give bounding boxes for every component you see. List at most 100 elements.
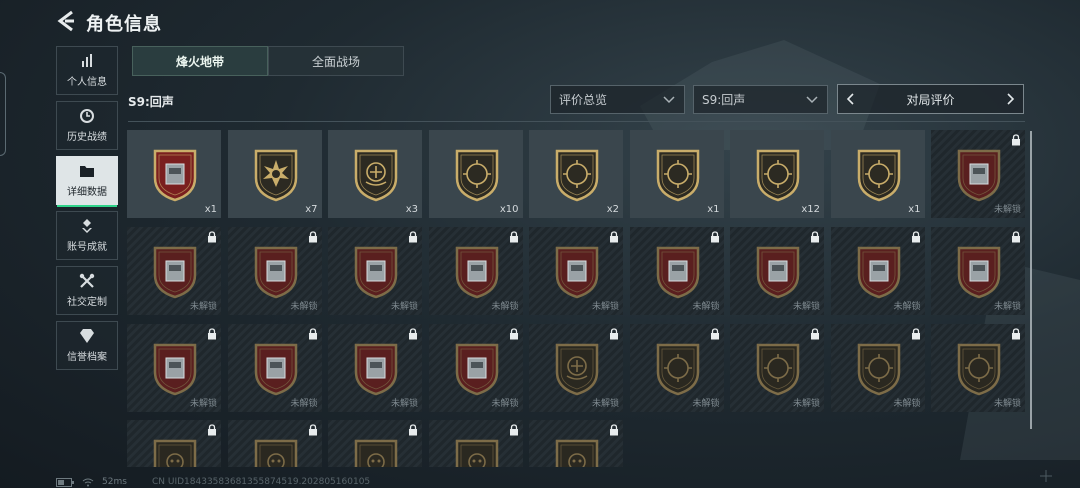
achievement-badge[interactable]: x1 <box>830 130 925 218</box>
achievement-badge[interactable]: 未解锁 <box>127 226 221 315</box>
battery-icon <box>56 477 74 487</box>
achievement-badge[interactable]: 未解锁 <box>328 323 422 412</box>
scrollbar[interactable] <box>1030 131 1032 429</box>
folder-icon <box>80 166 94 177</box>
knife-crosshair-icon <box>857 343 900 395</box>
emblem-icon <box>354 149 398 202</box>
status-bar: 52ms <box>56 477 127 487</box>
globe-icon <box>153 246 197 299</box>
page-title: 角色信息 <box>86 14 162 35</box>
achievement-badge[interactable]: 未解锁 <box>529 226 623 315</box>
locked-label: 未解锁 <box>189 398 217 409</box>
achievement-badge[interactable]: 未解锁 <box>931 226 1025 315</box>
lantern-icon <box>857 246 900 299</box>
lock-icon <box>208 231 216 243</box>
achievement-badge[interactable] <box>328 420 422 468</box>
achievement-badge[interactable]: 未解锁 <box>629 226 724 315</box>
achievement-badge[interactable]: x1 <box>629 130 724 218</box>
smg-crosshair-icon <box>555 149 599 202</box>
locked-label: 未解锁 <box>993 205 1021 215</box>
locked-label: 未解锁 <box>390 301 418 312</box>
lock-icon <box>308 231 317 243</box>
back-arrow-icon[interactable] <box>56 10 76 32</box>
terminal-icon <box>455 246 498 299</box>
achievement-badge[interactable]: x12 <box>730 130 824 218</box>
badge-count: x10 <box>499 204 519 215</box>
badge-count: x12 <box>801 204 820 215</box>
achievement-badge[interactable] <box>227 420 322 468</box>
lock-icon <box>409 424 417 436</box>
lock-icon <box>610 231 618 243</box>
sidebar-item-5[interactable]: 信誉档案 <box>56 321 118 370</box>
achievement-badge[interactable]: 未解锁 <box>629 323 724 412</box>
achievement-badge[interactable]: 未解锁 <box>227 323 322 412</box>
mask-icon <box>455 440 498 468</box>
lock-icon <box>610 327 618 340</box>
drum-icon <box>957 246 1001 299</box>
vending-machine-icon <box>153 149 197 202</box>
tools-icon <box>79 273 95 288</box>
achievement-badge[interactable]: x2 <box>529 130 623 218</box>
achievement-badge[interactable]: 未解锁 <box>529 323 623 412</box>
tank-icon <box>254 246 297 299</box>
achievement-badge[interactable]: x7 <box>227 130 322 218</box>
sidebar-item-2[interactable]: 详细数据 <box>56 156 118 207</box>
achievement-badge[interactable]: 未解锁 <box>931 130 1025 218</box>
divider <box>128 121 1025 122</box>
tab-firezone[interactable]: 烽火地带 <box>132 46 268 76</box>
achievement-badge[interactable]: 未解锁 <box>830 226 925 315</box>
badge-count: x1 <box>707 204 720 215</box>
achievement-badge[interactable]: 未解锁 <box>931 323 1025 412</box>
lock-icon <box>509 231 518 243</box>
season-dropdown[interactable]: S9:回声 <box>693 85 828 114</box>
sidebar-item-1[interactable]: 历史战绩 <box>56 101 118 150</box>
lock-icon <box>610 424 618 436</box>
chevron-left-icon[interactable] <box>844 92 858 106</box>
sidebar-item-3[interactable]: 账号成就 <box>56 211 118 260</box>
crates-icon <box>656 246 699 299</box>
ping-value: 52ms <box>102 477 127 487</box>
chevron-right-icon[interactable] <box>1003 92 1017 106</box>
sidebar-item-4[interactable]: 社交定制 <box>56 266 118 315</box>
achievement-badge[interactable]: x3 <box>328 130 422 218</box>
sidebar-item-label: 账号成就 <box>67 242 107 253</box>
achievement-badge[interactable]: 未解锁 <box>730 226 824 315</box>
achievement-badge[interactable] <box>127 420 221 468</box>
overview-dropdown[interactable]: 评价总览 <box>550 85 685 114</box>
badge-count: x2 <box>606 204 619 215</box>
edge-handle[interactable] <box>0 72 6 156</box>
locked-label: 未解锁 <box>491 398 519 409</box>
sidebar-item-label: 信誉档案 <box>67 352 107 363</box>
lock-icon <box>208 424 216 436</box>
locked-label: 未解锁 <box>491 301 519 312</box>
lock-icon <box>911 231 920 243</box>
lock-icon <box>308 424 317 436</box>
soldier-crosshair-icon <box>857 149 900 202</box>
pistol-crosshair-icon <box>957 343 1001 395</box>
achievement-badge[interactable]: 未解锁 <box>428 226 523 315</box>
achievement-badge[interactable]: 未解锁 <box>328 226 422 315</box>
starburst-icon <box>254 149 297 202</box>
achievement-badge[interactable]: x10 <box>428 130 523 218</box>
achievement-badge[interactable]: 未解锁 <box>830 323 925 412</box>
achievement-badge[interactable] <box>529 420 623 468</box>
emblem-icon <box>555 343 599 395</box>
lock-icon <box>409 327 417 340</box>
achievement-badge[interactable]: 未解锁 <box>730 323 824 412</box>
lock-icon <box>710 327 719 340</box>
locked-label: 未解锁 <box>189 301 217 312</box>
achievement-badge[interactable]: x1 <box>127 130 221 218</box>
locked-label: 未解锁 <box>390 398 418 409</box>
sidebar-item-0[interactable]: 个人信息 <box>56 46 118 95</box>
achievement-badge[interactable]: 未解锁 <box>127 323 221 412</box>
soldier-icon <box>153 440 197 468</box>
chessboard-icon <box>153 343 197 395</box>
locked-label: 未解锁 <box>290 398 318 409</box>
achievement-badge[interactable]: 未解锁 <box>227 226 322 315</box>
sidebar-item-label: 个人信息 <box>67 77 107 88</box>
achievement-badge[interactable]: 未解锁 <box>428 323 523 412</box>
achievement-badge[interactable] <box>428 420 523 468</box>
tab-all-out-warfare[interactable]: 全面战场 <box>268 46 404 76</box>
lock-icon <box>811 327 819 340</box>
badge-count: x1 <box>908 204 921 215</box>
